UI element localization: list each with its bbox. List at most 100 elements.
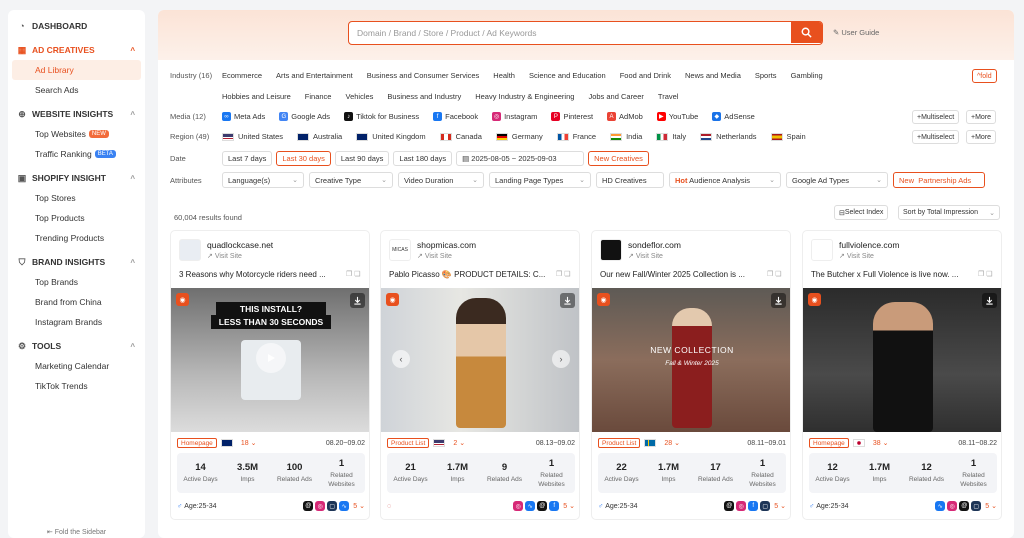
copy-icon[interactable]: ❐ ❏ bbox=[556, 270, 571, 278]
new-creatives-toggle[interactable]: New Creatives bbox=[588, 151, 649, 166]
sidebar-item-top-products[interactable]: Top Products bbox=[12, 208, 141, 228]
ad-card[interactable]: quadlockcase.net ↗ Visit Site 3 Reasons wh… bbox=[170, 230, 370, 520]
play-icon[interactable] bbox=[256, 343, 286, 373]
advertiser-domain[interactable]: quadlockcase.net bbox=[207, 240, 273, 250]
date-last-180-button[interactable]: Last 180 days bbox=[393, 151, 453, 166]
region-chip[interactable]: India bbox=[610, 132, 642, 141]
sidebar-section-brand-insights[interactable]: ⛉ BRAND INSIGHTS ^ bbox=[8, 252, 145, 272]
media-chip[interactable]: ♪ Tiktok for Business bbox=[344, 112, 419, 121]
region-more-button[interactable]: + More bbox=[966, 130, 997, 144]
sidebar-item-top-brands[interactable]: Top Brands bbox=[12, 272, 141, 292]
google-ad-types-select[interactable]: Google Ad Types ⌄ bbox=[786, 172, 888, 188]
select-index-button[interactable]: ⊟ Select Index bbox=[834, 205, 889, 220]
region-chip[interactable]: Netherlands bbox=[700, 132, 757, 141]
sidebar-section-tools[interactable]: ⚙ TOOLS ^ bbox=[8, 336, 145, 356]
ad-card[interactable]: MICAS shopmicas.com ↗ Visit Site Pablo Pica… bbox=[380, 230, 580, 520]
sidebar-item-top-websites[interactable]: Top Websites NEW bbox=[12, 124, 141, 144]
region-chip[interactable]: Spain bbox=[770, 132, 806, 141]
prev-arrow-icon[interactable]: ‹ bbox=[392, 350, 410, 368]
country-count[interactable]: 38 ⌄ bbox=[873, 439, 889, 447]
industry-chip[interactable]: Health bbox=[493, 71, 515, 80]
language-select[interactable]: Language(s) ⌄ bbox=[222, 172, 304, 188]
sidebar-item-top-stores[interactable]: Top Stores bbox=[12, 188, 141, 208]
date-last-30-button[interactable]: Last 30 days bbox=[276, 151, 331, 166]
industry-chip[interactable]: Science and Education bbox=[529, 71, 606, 80]
media-chip[interactable]: ∞ Meta Ads bbox=[222, 112, 265, 121]
download-icon[interactable] bbox=[771, 293, 786, 308]
media-chip[interactable]: ◎ Instagram bbox=[492, 112, 537, 121]
media-chip[interactable]: ◆ AdSense bbox=[712, 112, 755, 121]
sidebar-item-ad-library[interactable]: Ad Library bbox=[12, 60, 141, 80]
media-chip[interactable]: A AdMob bbox=[607, 112, 643, 121]
ad-card[interactable]: sondeflor.com ↗ Visit Site Our new Fall/Wi… bbox=[591, 230, 791, 520]
download-icon[interactable] bbox=[560, 293, 575, 308]
industry-chip[interactable]: News and Media bbox=[685, 71, 741, 80]
industry-chip[interactable]: Business and Consumer Services bbox=[367, 71, 480, 80]
visit-site-link[interactable]: ↗ Visit Site bbox=[628, 252, 663, 260]
video-duration-select[interactable]: Video Duration ⌄ bbox=[398, 172, 484, 188]
fold-sidebar-button[interactable]: ⇤ Fold the Sidebar bbox=[8, 528, 145, 536]
sidebar-section-shopify-insight[interactable]: ▣ SHOPIFY INSIGHT ^ bbox=[8, 168, 145, 188]
sort-select[interactable]: Sort by Total Impression ⌄ bbox=[898, 205, 1000, 220]
industry-chip[interactable]: Travel bbox=[658, 92, 679, 101]
more-platforms[interactable]: 5 ⌄ bbox=[353, 502, 365, 510]
region-chip[interactable]: France bbox=[556, 132, 596, 141]
next-arrow-icon[interactable]: › bbox=[552, 350, 570, 368]
industry-chip[interactable]: Jobs and Career bbox=[588, 92, 643, 101]
download-icon[interactable] bbox=[982, 293, 997, 308]
date-last-90-button[interactable]: Last 90 days bbox=[334, 151, 390, 166]
advertiser-logo[interactable] bbox=[811, 239, 833, 261]
industry-chip[interactable]: Heavy Industry & Engineering bbox=[475, 92, 574, 101]
user-guide-link[interactable]: ✎ User Guide bbox=[833, 28, 879, 37]
ad-card[interactable]: fullviolence.com ↗ Visit Site The Butcher … bbox=[802, 230, 1002, 520]
landing-page-select[interactable]: Landing Page Types ⌄ bbox=[489, 172, 591, 188]
search-input[interactable] bbox=[349, 22, 789, 43]
audience-analysis-select[interactable]: Hot Audience Analysis ⌄ bbox=[669, 172, 781, 188]
date-last-7-button[interactable]: Last 7 days bbox=[222, 151, 273, 166]
country-count[interactable]: 28 ⌄ bbox=[664, 439, 680, 447]
media-chip[interactable]: f Facebook bbox=[433, 112, 478, 121]
region-chip[interactable]: Germany bbox=[495, 132, 543, 141]
region-chip[interactable]: Canada bbox=[439, 132, 482, 141]
media-multiselect-button[interactable]: + Multiselect bbox=[912, 110, 960, 124]
industry-chip[interactable]: Sports bbox=[755, 71, 777, 80]
ad-creative-image[interactable]: ◉ ‹ › bbox=[381, 288, 579, 432]
ad-creative-image[interactable]: ◉ THIS INSTALL? LESS THAN 30 SECONDS bbox=[171, 288, 369, 432]
sidebar-item-brand-from-china[interactable]: Brand from China bbox=[12, 292, 141, 312]
sidebar-item-tiktok-trends[interactable]: TikTok Trends bbox=[12, 376, 141, 396]
more-platforms[interactable]: 5 ⌄ bbox=[563, 502, 575, 510]
region-chip[interactable]: Australia bbox=[297, 132, 342, 141]
media-chip[interactable]: ▶ YouTube bbox=[656, 112, 698, 121]
industry-chip[interactable]: Arts and Entertainment bbox=[276, 71, 353, 80]
advertiser-domain[interactable]: sondeflor.com bbox=[628, 240, 681, 250]
partnership-ads-toggle[interactable]: New Partnership Ads bbox=[893, 172, 985, 188]
region-chip[interactable]: United States bbox=[222, 132, 283, 141]
media-chip[interactable]: G Google Ads bbox=[279, 112, 330, 121]
media-more-button[interactable]: + More bbox=[966, 110, 997, 124]
copy-icon[interactable]: ❐ ❏ bbox=[978, 270, 993, 278]
country-count[interactable]: 18 ⌄ bbox=[241, 439, 257, 447]
visit-site-link[interactable]: ↗ Visit Site bbox=[839, 252, 874, 260]
ad-creative-image[interactable]: ◉ NEW COLLECTION Fall & Winter 2025 bbox=[592, 288, 790, 432]
download-icon[interactable] bbox=[350, 293, 365, 308]
industry-chip[interactable]: Finance bbox=[305, 92, 332, 101]
industry-chip[interactable]: Food and Drink bbox=[620, 71, 671, 80]
hd-creatives-toggle[interactable]: HD Creatives bbox=[596, 172, 664, 188]
industry-chip[interactable]: Business and Industry bbox=[387, 92, 461, 101]
sidebar-dashboard[interactable]: ◔ DASHBOARD bbox=[8, 16, 145, 36]
visit-site-link[interactable]: ↗ Visit Site bbox=[417, 252, 452, 260]
date-range-picker[interactable]: ▤ 2025-08-05 ~ 2025-09-03 bbox=[456, 151, 585, 166]
search-button[interactable] bbox=[791, 22, 822, 43]
industry-chip[interactable]: Vehicles bbox=[345, 92, 373, 101]
advertiser-logo[interactable] bbox=[179, 239, 201, 261]
more-platforms[interactable]: 5 ⌄ bbox=[985, 502, 997, 510]
sidebar-section-ad-creatives[interactable]: ▦ AD CREATIVES ^ bbox=[8, 40, 145, 60]
industry-chip[interactable]: Gambling bbox=[791, 71, 823, 80]
copy-icon[interactable]: ❐ ❏ bbox=[346, 270, 361, 278]
industry-chip[interactable]: Ecommerce bbox=[222, 71, 262, 80]
region-multiselect-button[interactable]: + Multiselect bbox=[912, 130, 960, 144]
creative-type-select[interactable]: Creative Type ⌄ bbox=[309, 172, 393, 188]
region-chip[interactable]: United Kingdom bbox=[356, 132, 426, 141]
sidebar-item-traffic-ranking[interactable]: Traffic Ranking BETA bbox=[12, 144, 141, 164]
country-count[interactable]: 2 ⌄ bbox=[453, 439, 465, 447]
